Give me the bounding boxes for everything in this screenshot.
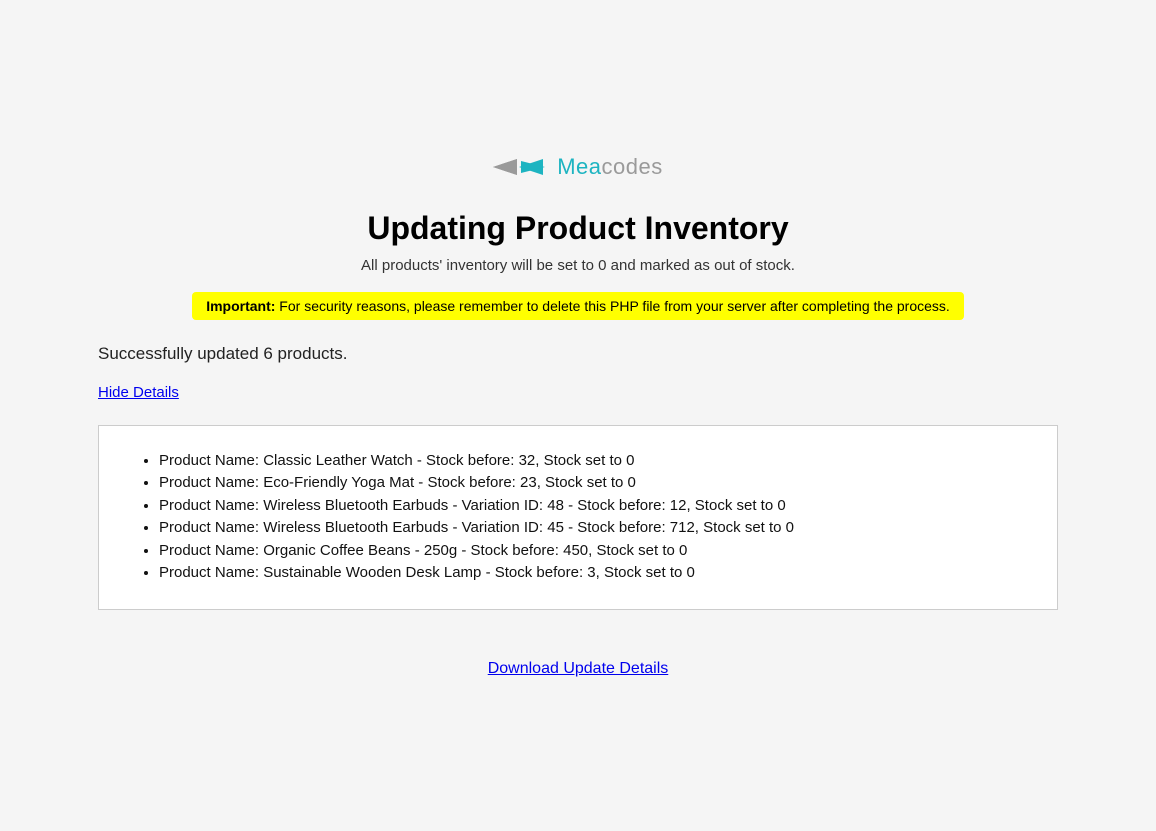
- details-box: Product Name: Classic Leather Watch - St…: [98, 425, 1058, 610]
- success-message: Successfully updated 6 products.: [98, 344, 347, 364]
- list-item: Product Name: Classic Leather Watch - St…: [159, 450, 1033, 473]
- page-title: Updating Product Inventory: [367, 210, 788, 247]
- hide-details-link[interactable]: Hide Details: [98, 384, 179, 401]
- warning-message: For security reasons, please remember to…: [275, 298, 949, 314]
- page-subtitle: All products' inventory will be set to 0…: [361, 257, 795, 274]
- logo-text: Meacodes: [557, 154, 663, 180]
- download-details-link[interactable]: Download Update Details: [488, 660, 669, 678]
- list-item: Product Name: Wireless Bluetooth Earbuds…: [159, 517, 1033, 540]
- details-list: Product Name: Classic Leather Watch - St…: [123, 450, 1033, 585]
- logo-text-suffix: codes: [602, 154, 663, 179]
- logo-icon: [493, 155, 549, 179]
- logo-text-prefix: Mea: [557, 154, 601, 179]
- list-item: Product Name: Wireless Bluetooth Earbuds…: [159, 495, 1033, 518]
- list-item: Product Name: Eco-Friendly Yoga Mat - St…: [159, 472, 1033, 495]
- list-item: Product Name: Organic Coffee Beans - 250…: [159, 540, 1033, 563]
- security-warning: Important: For security reasons, please …: [192, 292, 964, 320]
- warning-label: Important:: [206, 298, 275, 314]
- main-container: Meacodes Updating Product Inventory All …: [98, 154, 1058, 678]
- list-item: Product Name: Sustainable Wooden Desk La…: [159, 562, 1033, 585]
- brand-logo: Meacodes: [493, 154, 663, 180]
